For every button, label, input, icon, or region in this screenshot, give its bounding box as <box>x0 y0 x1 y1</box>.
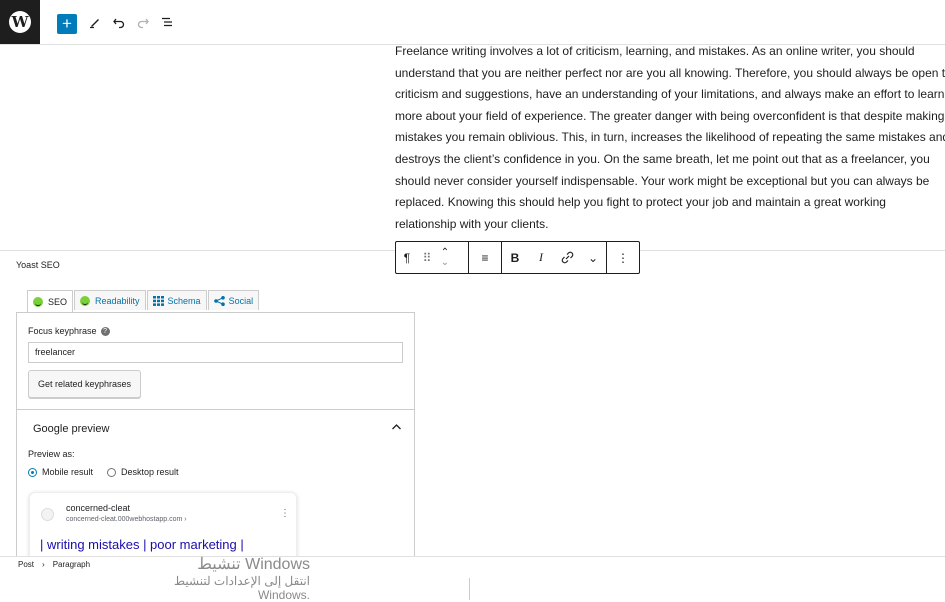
drag-handle[interactable]: ⠿ <box>418 247 436 269</box>
tab-label: Readability <box>95 295 140 306</box>
format-group: B I ⌄ <box>502 242 607 273</box>
tools-button[interactable] <box>86 13 104 31</box>
paragraph-line: should never consider yourself indispens… <box>395 173 930 188</box>
block-toolbar: ¶ ⠿ ⌃ ⌄ ≡ B I ⌄ ⋮ <box>395 241 640 274</box>
paragraph-line: understand that you are neither perfect … <box>395 65 945 80</box>
more-formatting-button[interactable]: ⌄ <box>582 247 604 269</box>
pencil-icon <box>90 19 99 29</box>
paragraph-type-button[interactable]: ¶ <box>396 247 418 269</box>
editor-footer: Post › Paragraph تنشيط Windows انتقل إلى… <box>0 554 945 602</box>
tab-social[interactable]: Social <box>207 290 260 310</box>
italic-button[interactable]: I <box>530 247 552 269</box>
preview-site-url: concerned-cleat.000webhostapp.com › <box>66 516 187 523</box>
wordpress-logo-button[interactable]: W <box>0 0 40 44</box>
editor-header: W + <box>0 0 945 45</box>
preview-serp-title[interactable]: | writing mistakes | poor marketing | <box>40 537 244 552</box>
redo-icon <box>137 18 149 29</box>
list-view-icon <box>162 17 172 27</box>
tab-label: Schema <box>167 295 201 306</box>
watermark-title: تنشيط Windows <box>197 556 310 573</box>
paragraph-block[interactable]: Freelance writing involves a lot of crit… <box>395 41 945 235</box>
section-divider <box>17 409 414 410</box>
yoast-seo-panel: Focus keyphrase? freelancer Get related … <box>16 312 415 574</box>
get-related-keyphrases-button[interactable]: Get related keyphrases <box>28 370 141 398</box>
list-view-button[interactable] <box>158 13 176 31</box>
google-preview-toggle[interactable]: Google preview <box>33 423 109 435</box>
grid-icon <box>152 295 164 306</box>
paragraph-line: criticism and suggestions, have an under… <box>395 87 945 102</box>
preview-site-name: concerned-cleat <box>66 503 131 513</box>
paragraph-line: more about your field of experience. The… <box>395 108 945 123</box>
windows-activation-watermark: تنشيط Windows انتقل إلى الإعدادات لتنشيط… <box>150 554 310 602</box>
breadcrumb-post[interactable]: Post <box>18 560 34 569</box>
undo-icon <box>113 18 125 29</box>
add-block-button[interactable]: + <box>57 14 77 34</box>
preview-as-label: Preview as: <box>28 449 75 459</box>
breadcrumb-paragraph[interactable]: Paragraph <box>53 560 90 569</box>
mobile-result-radio[interactable] <box>28 467 37 477</box>
chevron-up-icon[interactable] <box>391 423 402 434</box>
block-mover-group: ¶ ⠿ ⌃ ⌄ <box>396 242 469 273</box>
tab-label: SEO <box>48 297 68 307</box>
tab-seo[interactable]: SEO <box>27 290 74 313</box>
chevron-right-icon: › <box>42 560 45 569</box>
focus-keyphrase-text: Focus keyphrase <box>28 326 97 336</box>
seo-score-icon <box>33 297 43 307</box>
move-buttons: ⌃ ⌄ <box>436 247 454 268</box>
redo-button[interactable] <box>134 13 152 31</box>
paragraph-line: replaced. Knowing this should help you f… <box>395 195 886 210</box>
paragraph-line: Freelance writing involves a lot of crit… <box>395 44 915 58</box>
options-group: ⋮ <box>607 242 639 273</box>
tab-schema[interactable]: Schema <box>146 290 207 310</box>
focus-keyphrase-input[interactable]: freelancer <box>28 342 403 363</box>
mobile-result-label[interactable]: Mobile result <box>42 467 93 477</box>
readability-score-icon <box>80 295 91 306</box>
breadcrumb: Post › Paragraph <box>18 560 90 569</box>
tab-label: Social <box>228 295 254 306</box>
globe-icon <box>41 508 54 521</box>
align-button[interactable]: ≡ <box>474 247 496 269</box>
wordpress-icon: W <box>9 11 31 33</box>
paragraph-line: destroys the client’s confidence in you.… <box>395 151 930 166</box>
bold-button[interactable]: B <box>504 247 526 269</box>
yoast-metabox-title: Yoast SEO <box>16 260 60 270</box>
preview-mode-radios: Mobile result Desktop result <box>28 467 179 477</box>
share-icon <box>213 295 225 306</box>
divider-line <box>469 578 470 600</box>
desktop-result-radio[interactable] <box>107 467 117 477</box>
tab-readability[interactable]: Readability <box>74 290 146 310</box>
move-up-button[interactable]: ⌃ <box>441 247 449 258</box>
desktop-result-label[interactable]: Desktop result <box>121 467 179 477</box>
paragraph-line: relationship with your clients. <box>395 216 549 231</box>
focus-keyphrase-label: Focus keyphrase? <box>28 326 110 337</box>
watermark-subtitle: انتقل إلى الإعدادات لتنشيط Windows. <box>173 574 310 602</box>
align-group: ≡ <box>469 242 502 273</box>
move-down-button[interactable]: ⌄ <box>441 257 449 268</box>
help-icon[interactable]: ? <box>100 327 110 337</box>
link-button[interactable] <box>556 247 578 269</box>
more-vertical-icon: ⋮ <box>280 508 290 519</box>
link-icon <box>561 251 573 264</box>
undo-button[interactable] <box>110 13 128 31</box>
paragraph-line: mistakes you remain oblivious. This, in … <box>395 130 945 145</box>
block-options-button[interactable]: ⋮ <box>612 247 634 269</box>
yoast-tabs: SEO Readability Schema Social <box>27 290 260 313</box>
